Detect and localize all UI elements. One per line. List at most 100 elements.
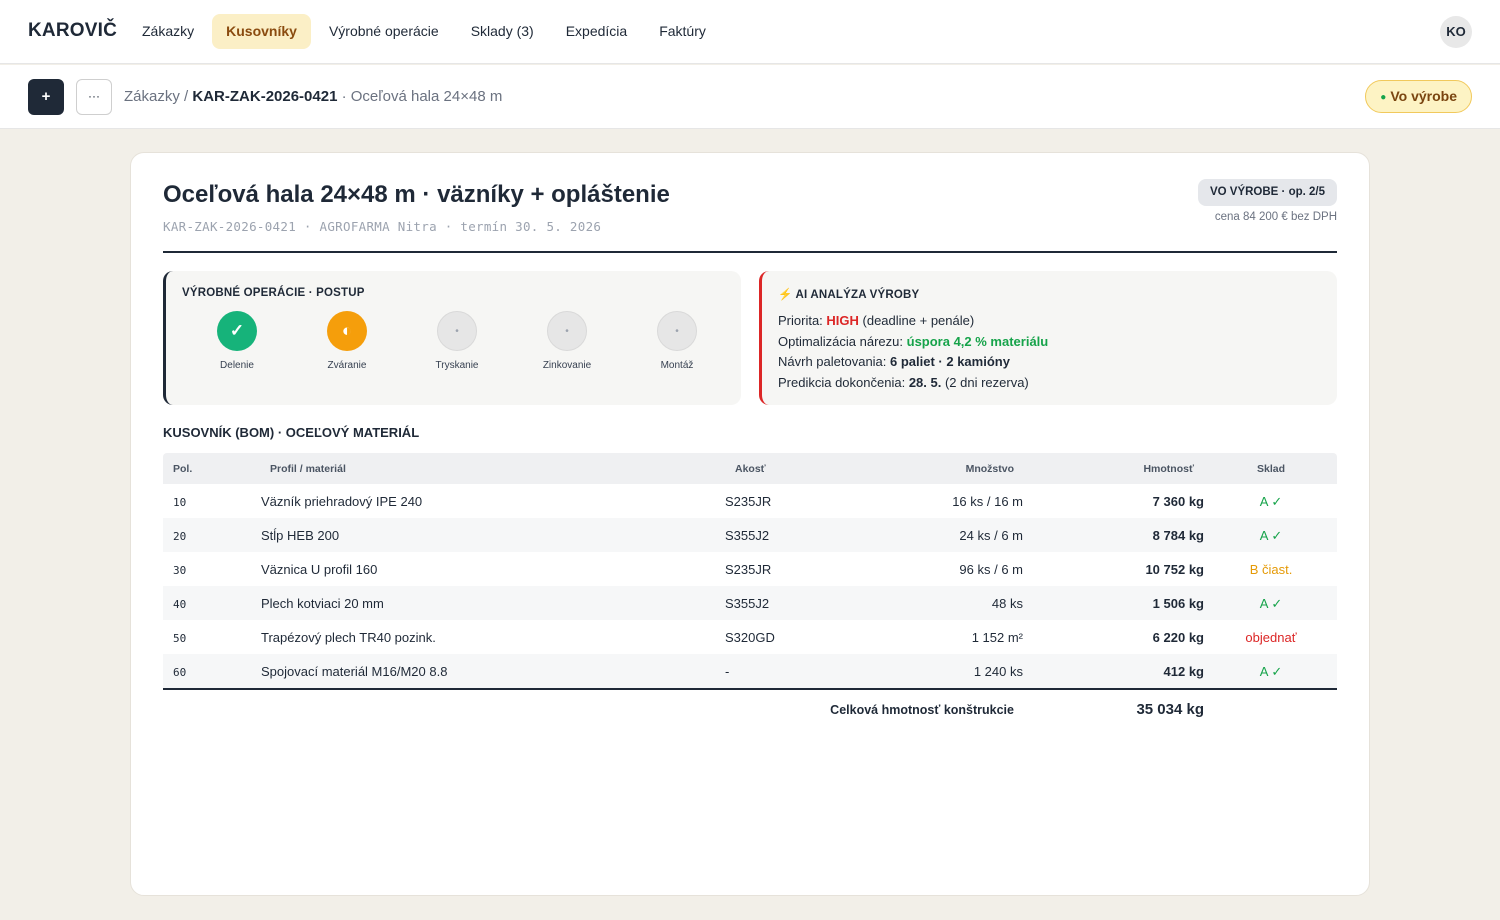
half-circle-icon: ◐	[327, 311, 367, 351]
dot-icon: •	[657, 311, 697, 351]
col-header-weight[interactable]: Hmotnosť	[1143, 463, 1194, 475]
nav-item-zakazky[interactable]: Zákazky	[128, 14, 208, 49]
cell-weight: 1 506 kg	[1152, 596, 1204, 611]
cell-stock: A ✓	[1259, 596, 1283, 611]
main-nav: Zákazky Kusovníky Výrobné operácie Sklad…	[128, 14, 724, 49]
bom-table-header: Pol. Profil / materiál Akosť Množstvo Hm…	[163, 453, 1337, 484]
step-label: Montáž	[660, 360, 694, 371]
bom-heading: KUSOVNÍK (BOM) · OCEĽOVÝ MATERIÁL	[163, 425, 420, 440]
more-options-button[interactable]: ···	[76, 79, 112, 115]
col-header-grade[interactable]: Akosť	[735, 463, 766, 475]
add-button[interactable]: +	[28, 79, 64, 115]
ai-finish-label: Predikcia dokončenia:	[778, 374, 909, 390]
order-price: cena 84 200 € bez DPH	[1214, 211, 1337, 223]
ai-pallet-line: Návrh paletovania: 6 paliet · 2 kamióny	[778, 352, 1048, 373]
cell-material: Trapézový plech TR40 pozink.	[261, 630, 436, 645]
status-dot-icon: ●	[1380, 92, 1387, 103]
operations-panel: VÝROBNÉ OPERÁCIE · POSTUP ✓ Delenie ◐ Zv…	[163, 271, 741, 405]
cell-stock: objednať	[1245, 630, 1297, 645]
order-title: Oceľová hala 24×48 m · väzníky + oplášte…	[163, 181, 670, 208]
ai-priority-line: Priorita: HIGH (deadline + penále)	[778, 311, 1048, 332]
cell-grade: S235JR	[725, 562, 772, 577]
context-toolbar: + ··· Zákazky / KAR-ZAK-2026-0421 · Oceľ…	[0, 65, 1500, 129]
step-label: Delenie	[220, 360, 254, 371]
col-header-pos[interactable]: Pol.	[173, 463, 192, 475]
cell-material: Väznica U profil 160	[261, 562, 378, 577]
phase-badge: VO VÝROBE · op. 2/5	[1197, 179, 1337, 206]
check-icon: ✓	[217, 311, 257, 351]
bom-table: Pol. Profil / materiál Akosť Množstvo Hm…	[163, 453, 1337, 728]
step-zvaranie[interactable]: ◐ Zváranie	[292, 311, 402, 371]
breadcrumb: Zákazky / KAR-ZAK-2026-0421 · Oceľová ha…	[124, 88, 502, 105]
step-tryskanie[interactable]: • Tryskanie	[402, 311, 512, 371]
total-weight-value: 35 034 kg	[1136, 701, 1204, 718]
step-label: Zváranie	[327, 360, 367, 371]
step-zinkovanie[interactable]: • Zinkovanie	[512, 311, 622, 371]
ai-pallet-value: 6 paliet · 2 kamióny	[890, 354, 1010, 369]
cell-material: Stĺp HEB 200	[261, 528, 340, 543]
nav-item-expedicia[interactable]: Expedícia	[552, 14, 641, 49]
cell-pos: 30	[173, 564, 187, 577]
cell-pos: 10	[173, 496, 187, 509]
step-label: Zinkovanie	[542, 360, 592, 371]
table-total-row: Celková hmotnosť konštrukcie 35 034 kg	[163, 690, 1337, 728]
cell-grade: S235JR	[725, 494, 772, 509]
user-avatar[interactable]: KO	[1440, 16, 1472, 48]
ai-analysis-panel: ⚡ AI ANALÝZA VÝROBY Priorita: HIGH (dead…	[759, 271, 1337, 405]
dot-icon: •	[547, 311, 587, 351]
cell-weight: 10 752 kg	[1145, 562, 1204, 577]
table-row[interactable]: 60 Spojovací materiál M16/M20 8.8 - 1 24…	[163, 654, 1337, 688]
status-label: Vo výrobe	[1390, 88, 1457, 104]
cell-pos: 20	[173, 530, 187, 543]
table-row[interactable]: 40 Plech kotviaci 20 mm S355J2 48 ks 1 5…	[163, 586, 1337, 620]
nav-item-sklady[interactable]: Sklady (3)	[457, 14, 548, 49]
nav-item-vyrobne-operacie[interactable]: Výrobné operácie	[315, 14, 453, 49]
cell-grade: S320GD	[725, 630, 775, 645]
ai-cut-line: Optimalizácia nárezu: úspora 4,2 % mater…	[778, 332, 1048, 353]
cell-weight: 412 kg	[1163, 664, 1204, 679]
col-header-material[interactable]: Profil / materiál	[270, 463, 346, 475]
cell-qty: 1 240 ks	[973, 664, 1023, 679]
table-row[interactable]: 10 Väzník priehradový IPE 240 S235JR 16 …	[163, 484, 1337, 518]
cell-qty: 1 152 m²	[971, 630, 1023, 645]
table-row[interactable]: 20 Stĺp HEB 200 S355J2 24 ks / 6 m 8 784…	[163, 518, 1337, 552]
brand-logo[interactable]: KAROVIČ	[28, 20, 117, 42]
ai-priority-note: (deadline + penále)	[858, 313, 975, 328]
table-row[interactable]: 30 Väznica U profil 160 S235JR 96 ks / 6…	[163, 552, 1337, 586]
cell-weight: 6 220 kg	[1152, 630, 1204, 645]
cell-pos: 60	[173, 666, 187, 679]
cell-pos: 50	[173, 632, 187, 645]
breadcrumb-order-desc: · Oceľová hala 24×48 m	[337, 88, 503, 105]
cell-material: Spojovací materiál M16/M20 8.8	[261, 664, 448, 679]
nav-item-kusovniky[interactable]: Kusovníky	[212, 14, 311, 49]
ai-finish-value: 28. 5.	[908, 374, 942, 390]
cell-grade: S355J2	[725, 528, 770, 543]
cell-stock: A ✓	[1259, 494, 1283, 509]
step-montaz[interactable]: • Montáž	[622, 311, 732, 371]
operations-heading: VÝROBNÉ OPERÁCIE · POSTUP	[182, 287, 365, 299]
cell-qty: 48 ks	[991, 596, 1023, 611]
header-divider	[163, 251, 1337, 253]
col-header-qty[interactable]: Množstvo	[966, 463, 1014, 475]
ai-priority-label: Priorita:	[778, 313, 827, 328]
ai-analysis-lines: Priorita: HIGH (deadline + penále) Optim…	[778, 311, 1048, 393]
total-weight-label: Celková hmotnosť konštrukcie	[830, 703, 1014, 717]
breadcrumb-root[interactable]: Zákazky	[124, 88, 180, 105]
step-label: Tryskanie	[435, 360, 479, 371]
ai-heading: ⚡ AI ANALÝZA VÝROBY	[778, 289, 920, 301]
cell-material: Väzník priehradový IPE 240	[261, 494, 423, 509]
cell-stock: A ✓	[1259, 664, 1283, 679]
dot-icon: •	[437, 311, 477, 351]
cell-grade: S355J2	[725, 596, 770, 611]
nav-item-faktury[interactable]: Faktúry	[645, 14, 720, 49]
breadcrumb-order-code: KAR-ZAK-2026-0421	[192, 88, 338, 105]
status-badge[interactable]: ● Vo výrobe	[1365, 80, 1472, 113]
cell-stock: A ✓	[1259, 528, 1283, 543]
top-navbar: KAROVIČ Zákazky Kusovníky Výrobné operác…	[0, 0, 1500, 64]
ai-pallet-label: Návrh paletovania:	[778, 354, 891, 369]
step-delenie[interactable]: ✓ Delenie	[182, 311, 292, 371]
cell-material: Plech kotviaci 20 mm	[261, 596, 384, 611]
table-row[interactable]: 50 Trapézový plech TR40 pozink. S320GD 1…	[163, 620, 1337, 654]
col-header-stock[interactable]: Sklad	[1257, 463, 1285, 475]
ai-priority-value: HIGH	[826, 313, 859, 328]
